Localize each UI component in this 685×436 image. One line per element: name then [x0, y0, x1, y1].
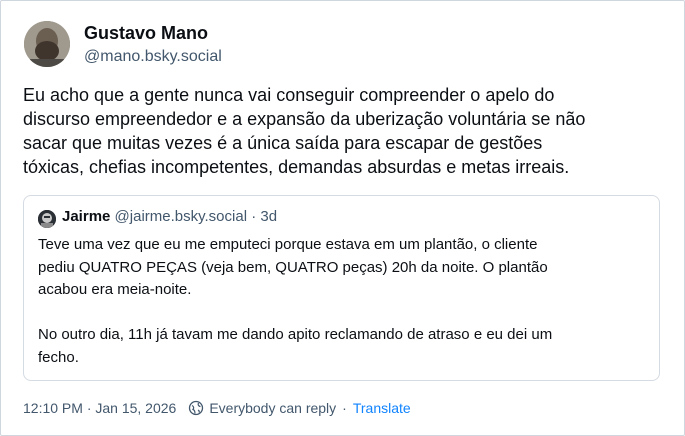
author-handle[interactable]: @mano.bsky.social — [84, 48, 222, 66]
quoted-post-header: Jairme @jairme.bsky.social · 3d — [62, 208, 277, 225]
quoted-avatar-image — [38, 210, 56, 228]
translate-link[interactable]: Translate — [353, 400, 411, 416]
author-display-name[interactable]: Gustavo Mano — [84, 23, 208, 44]
post-footer: 12:10 PM · Jan 15, 2026 Everybody can re… — [23, 400, 411, 416]
avatar-image — [24, 21, 70, 67]
footer-separator-2: · — [342, 400, 347, 416]
quoted-post-text: Teve uma vez que eu me emputeci porque e… — [38, 236, 553, 366]
quoted-post-age[interactable]: 3d — [260, 208, 277, 225]
post-timestamp[interactable]: 12:10 PM · Jan 15, 2026 — [23, 400, 176, 416]
reply-setting[interactable]: Everybody can reply — [188, 400, 336, 416]
post-card: Gustavo Mano @mano.bsky.social Eu acho q… — [0, 0, 685, 436]
reply-setting-label: Everybody can reply — [209, 400, 337, 416]
quoted-author-avatar[interactable] — [38, 210, 56, 228]
quoted-author-handle: @jairme.bsky.social — [114, 208, 248, 225]
author-avatar[interactable] — [24, 21, 70, 67]
quoted-post[interactable]: Jairme @jairme.bsky.social · 3d Teve uma… — [23, 195, 660, 381]
quoted-author-name[interactable]: Jairme — [62, 208, 110, 225]
globe-icon — [189, 400, 204, 416]
quoted-header-separator: · — [251, 208, 257, 225]
post-text: Eu acho que a gente nunca vai conseguir … — [23, 85, 586, 177]
